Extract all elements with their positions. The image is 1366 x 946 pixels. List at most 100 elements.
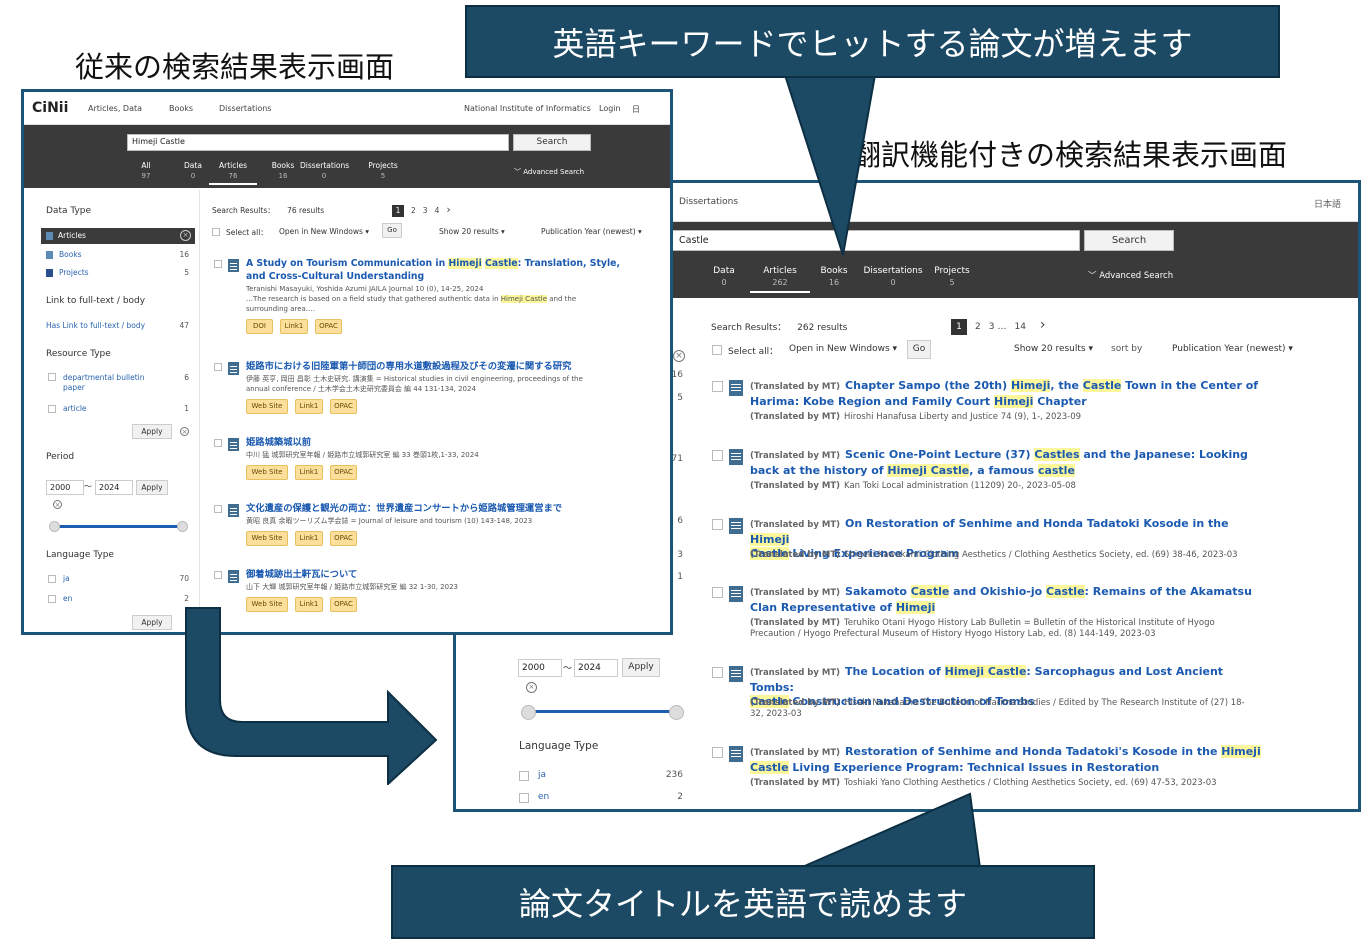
opac-link-button[interactable]: OPAC bbox=[330, 465, 357, 480]
page-2[interactable]: 2 bbox=[975, 322, 981, 332]
web-site-link-button[interactable]: Web Site bbox=[246, 531, 288, 546]
open-new-window-select[interactable]: Open in New Windows ▾ bbox=[279, 227, 369, 236]
tab-dissertations[interactable]: Dissertations 0 bbox=[300, 161, 349, 183]
period-slider-end-knob[interactable] bbox=[669, 705, 684, 720]
nii-link[interactable]: National Institute of Informatics bbox=[464, 104, 591, 113]
cinii-logo[interactable]: CiNii bbox=[32, 100, 68, 116]
period-slider-end-knob[interactable] bbox=[177, 521, 188, 532]
language-toggle[interactable]: 日 bbox=[632, 104, 640, 115]
web-site-link-button[interactable]: Web Site bbox=[246, 465, 288, 480]
result-title[interactable]: 姫路市における旧陸軍第十師団の専用水道敷設過程及びその変遷に関する研究 bbox=[246, 360, 651, 373]
go-button[interactable]: Go bbox=[907, 340, 931, 359]
period-to-input[interactable]: 2024 bbox=[95, 480, 133, 495]
result-title[interactable]: (Translated by MT) Restoration of Senhime… bbox=[750, 745, 1270, 775]
search-button[interactable]: Search bbox=[1084, 230, 1174, 251]
result-title[interactable]: (Translated by MT) Chapter Sampo (the 20t… bbox=[750, 379, 1270, 409]
opac-link-button[interactable]: OPAC bbox=[330, 531, 357, 546]
language-en[interactable]: en bbox=[538, 792, 549, 802]
nav-articles-data[interactable]: Articles, Data bbox=[88, 104, 142, 113]
period-from-input[interactable]: 2000 bbox=[46, 480, 84, 495]
nav-dissertations[interactable]: Dissertations bbox=[679, 197, 738, 207]
link1-link-button[interactable]: Link1 bbox=[295, 465, 323, 480]
resource-checkbox[interactable] bbox=[48, 373, 56, 381]
advanced-search-link[interactable]: ﹀ Advanced Search bbox=[1088, 269, 1173, 281]
language-checkbox[interactable] bbox=[48, 595, 56, 603]
page-14[interactable]: 14 bbox=[1014, 322, 1025, 332]
result-title[interactable]: 姫路城築城以前 bbox=[246, 436, 651, 449]
clear-filter-icon[interactable]: × bbox=[673, 350, 685, 362]
result-checkbox[interactable] bbox=[712, 450, 723, 461]
link1-link-button[interactable]: Link1 bbox=[295, 531, 323, 546]
search-button[interactable]: Search bbox=[513, 134, 591, 151]
opac-link-button[interactable]: OPAC bbox=[315, 319, 342, 334]
language-checkbox[interactable] bbox=[48, 575, 56, 583]
sort-select[interactable]: Publication Year (newest) ▾ bbox=[1172, 344, 1293, 354]
show-count-select[interactable]: Show 20 results ▾ bbox=[1014, 344, 1093, 354]
period-slider-start-knob[interactable] bbox=[521, 705, 536, 720]
result-title[interactable]: (Translated by MT) Scenic One-Point Lectu… bbox=[750, 448, 1270, 478]
period-apply-button[interactable]: Apply bbox=[136, 480, 168, 495]
go-button[interactable]: Go bbox=[382, 223, 402, 238]
select-all-checkbox[interactable] bbox=[212, 228, 220, 236]
nav-books[interactable]: Books bbox=[169, 104, 193, 113]
has-link-filter[interactable]: Has Link to full-text / body bbox=[46, 321, 145, 330]
period-from-input[interactable]: 2000 bbox=[518, 659, 562, 677]
tab-all[interactable]: All 97 bbox=[122, 161, 170, 183]
tab-projects[interactable]: Projects 5 bbox=[922, 266, 982, 291]
chevron-right-icon[interactable]: › bbox=[1040, 317, 1046, 333]
chevron-right-icon[interactable]: › bbox=[446, 203, 450, 216]
select-all-checkbox[interactable] bbox=[712, 345, 722, 355]
data-type-books[interactable]: Books bbox=[59, 250, 82, 259]
result-title[interactable]: 文化遺産の保護と観光の両立：世界遺産コンサートから姫路城管理運営まで bbox=[246, 502, 651, 515]
web-site-link-button[interactable]: Web Site bbox=[246, 399, 288, 414]
page-3[interactable]: 3 bbox=[423, 206, 428, 215]
result-checkbox[interactable] bbox=[214, 439, 222, 447]
language-en[interactable]: en bbox=[63, 594, 72, 603]
result-checkbox[interactable] bbox=[214, 363, 222, 371]
page-2[interactable]: 2 bbox=[411, 206, 416, 215]
language-checkbox[interactable] bbox=[519, 771, 529, 781]
result-checkbox[interactable] bbox=[712, 519, 723, 530]
advanced-search-link[interactable]: ﹀ Advanced Search bbox=[514, 167, 584, 177]
search-input[interactable]: Himeji Castle bbox=[127, 134, 509, 151]
data-type-articles-selected[interactable]: Articles × bbox=[41, 228, 195, 244]
language-ja[interactable]: ja bbox=[538, 770, 546, 780]
result-checkbox[interactable] bbox=[712, 667, 723, 678]
result-title[interactable]: 御着城跡出土軒瓦について bbox=[246, 568, 651, 581]
result-checkbox[interactable] bbox=[712, 747, 723, 758]
result-checkbox[interactable] bbox=[712, 381, 723, 392]
page-1[interactable]: 1 bbox=[951, 319, 967, 335]
result-checkbox[interactable] bbox=[214, 571, 222, 579]
opac-link-button[interactable]: OPAC bbox=[330, 399, 357, 414]
page-1[interactable]: 1 bbox=[392, 205, 404, 217]
tab-data[interactable]: Data 0 bbox=[694, 266, 754, 291]
tab-projects[interactable]: Projects 5 bbox=[359, 161, 407, 183]
result-title[interactable]: (Translated by MT) Sakamoto Castle and Ok… bbox=[750, 585, 1270, 615]
show-count-select[interactable]: Show 20 results ▾ bbox=[439, 227, 505, 236]
result-checkbox[interactable] bbox=[214, 505, 222, 513]
resource-departmental[interactable]: departmental bulletin paper bbox=[63, 373, 153, 393]
result-checkbox[interactable] bbox=[712, 587, 723, 598]
tab-books[interactable]: Books 16 bbox=[804, 266, 864, 291]
tab-articles[interactable]: Articles 76 bbox=[209, 161, 257, 185]
page-3[interactable]: 3 bbox=[989, 322, 995, 332]
resource-apply-button[interactable]: Apply bbox=[132, 424, 172, 439]
sort-select[interactable]: Publication Year (newest) ▾ bbox=[541, 227, 642, 236]
tab-articles[interactable]: Articles 262 bbox=[750, 266, 810, 293]
login-link[interactable]: Login bbox=[599, 104, 621, 113]
period-to-input[interactable]: 2024 bbox=[574, 659, 618, 677]
data-type-projects[interactable]: Projects bbox=[59, 268, 89, 277]
period-apply-button[interactable]: Apply bbox=[622, 658, 660, 677]
clear-resource-icon[interactable]: × bbox=[180, 427, 189, 436]
clear-period-icon[interactable]: × bbox=[53, 500, 62, 509]
link1-link-button[interactable]: Link1 bbox=[280, 319, 308, 334]
nav-dissertations[interactable]: Dissertations bbox=[219, 104, 271, 113]
language-apply-button[interactable]: Apply bbox=[132, 615, 172, 630]
link1-link-button[interactable]: Link1 bbox=[295, 399, 323, 414]
page-4[interactable]: 4 bbox=[435, 206, 440, 215]
language-toggle[interactable]: 日本語 bbox=[1314, 197, 1341, 210]
result-checkbox[interactable] bbox=[214, 260, 222, 268]
period-slider-track[interactable] bbox=[55, 525, 181, 528]
language-checkbox[interactable] bbox=[519, 793, 529, 803]
clear-period-icon[interactable]: × bbox=[526, 682, 537, 693]
